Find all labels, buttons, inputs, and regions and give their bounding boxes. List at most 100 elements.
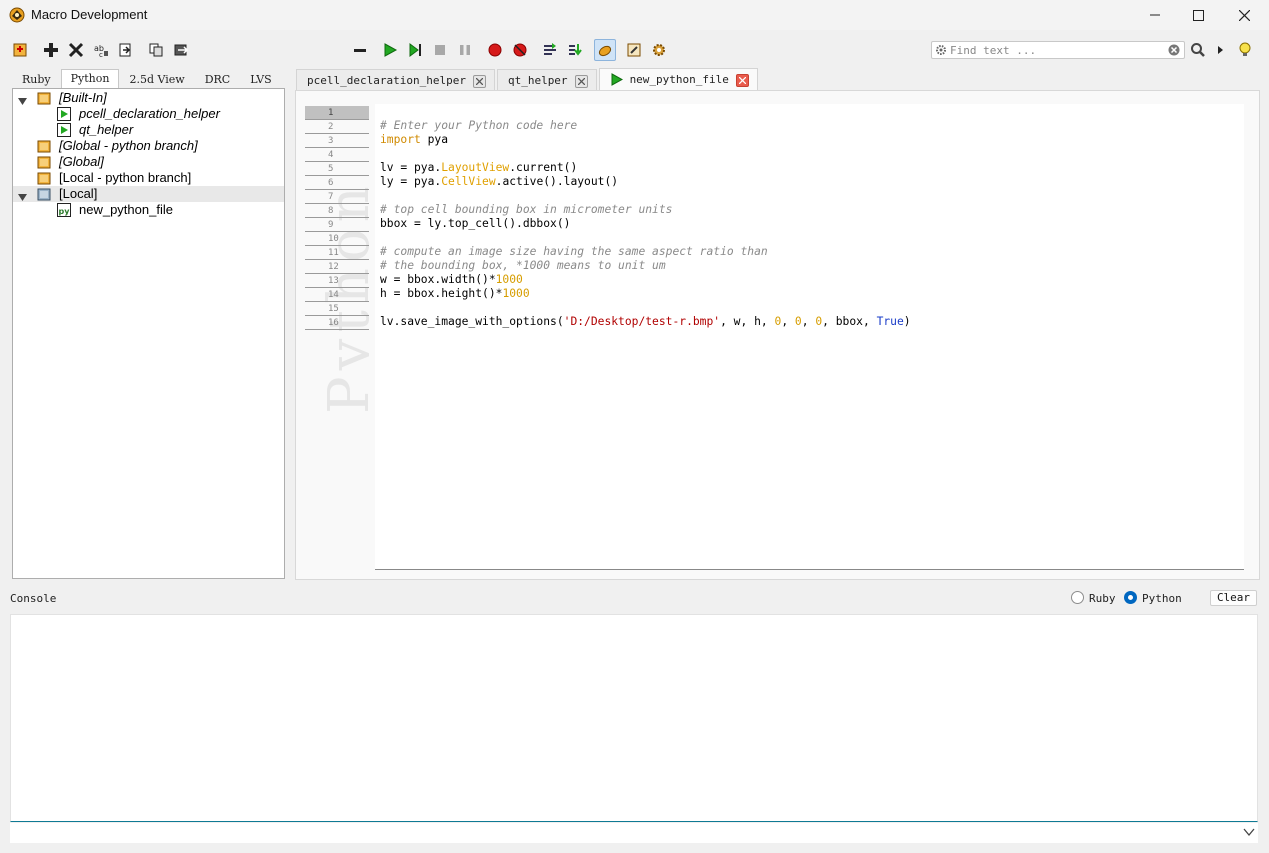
console-label: Console	[10, 592, 57, 605]
python-macro-run-icon	[57, 107, 71, 121]
close-tab-icon[interactable]	[735, 74, 749, 87]
macro-tree[interactable]: [Built-In] pcell_declaration_helper qt_h…	[12, 88, 285, 579]
code-line: ly = pya.CellView.active().layout()	[380, 175, 619, 188]
python-macro-run-icon	[57, 123, 71, 137]
close-tab-icon[interactable]	[472, 75, 486, 88]
code-line: # compute an image size having the same …	[380, 245, 768, 258]
console-input-box[interactable]	[10, 823, 1258, 843]
code-line: lv.save_image_with_options('D:/Desktop/t…	[380, 315, 911, 328]
line-number: 6	[305, 176, 369, 190]
code-line: # Enter your Python code here	[380, 119, 578, 132]
pause-icon[interactable]	[454, 39, 476, 61]
svg-text:c: c	[99, 51, 103, 58]
close-tab-icon[interactable]	[574, 75, 588, 88]
find-text-box[interactable]	[931, 41, 1185, 59]
breakpoint-icon[interactable]	[484, 39, 506, 61]
line-number: 16	[305, 316, 369, 330]
maximize-button[interactable]	[1175, 0, 1221, 30]
tree-item-local-python-branch[interactable]: [Local - python branch]	[13, 170, 284, 186]
tab-python[interactable]: Python	[60, 69, 120, 89]
tab-label: new_python_file	[629, 73, 729, 86]
code-line: bbox = ly.top_cell().dbbox()	[380, 217, 571, 230]
tree-item-built-in[interactable]: [Built-In]	[13, 90, 284, 106]
code-line: # the bounding box, *1000 means to unit …	[380, 259, 666, 272]
folder-open-icon	[37, 187, 51, 201]
console-input[interactable]	[14, 825, 1234, 840]
tree-item-qt-helper[interactable]: qt_helper	[13, 122, 284, 138]
minimize-button[interactable]	[1132, 0, 1178, 30]
new-macro-icon[interactable]	[9, 39, 31, 61]
run-icon[interactable]	[379, 39, 401, 61]
line-number: 4	[305, 148, 369, 162]
line-number: 9	[305, 218, 369, 232]
import-icon[interactable]	[114, 39, 136, 61]
tree-item-global[interactable]: [Global]	[13, 154, 284, 170]
code-line: import pya	[380, 133, 449, 146]
line-number: 1	[305, 106, 369, 120]
line-number-gutter: Python 1 2 3 4 5 6 7 8 9 10 11 12 13 14 …	[305, 104, 369, 574]
clear-search-icon[interactable]	[1168, 44, 1180, 59]
folder-icon	[37, 155, 51, 169]
collapse-icon[interactable]	[349, 39, 371, 61]
stop-icon[interactable]	[429, 39, 451, 61]
code-editor[interactable]: # Enter your Python code here import pya…	[375, 104, 1244, 570]
tab-drc[interactable]: DRC	[195, 70, 241, 89]
ruby-radio[interactable]	[1071, 591, 1084, 604]
tree-item-new-python-file[interactable]: py new_python_file	[13, 202, 284, 218]
rename-icon[interactable]: ab c	[90, 39, 112, 61]
close-window-button[interactable]	[1221, 0, 1267, 30]
line-number: 12	[305, 260, 369, 274]
klayout-app-icon	[9, 7, 25, 23]
tab-lvs[interactable]: LVS	[240, 70, 281, 89]
chevron-down-icon[interactable]	[1243, 826, 1255, 841]
tab-qt-helper[interactable]: qt_helper	[496, 69, 597, 91]
python-radio-label[interactable]: Python	[1142, 592, 1182, 605]
export-icon[interactable]	[170, 39, 192, 61]
folder-icon	[37, 171, 51, 185]
add-icon[interactable]	[40, 39, 62, 61]
find-options-gear-icon[interactable]	[935, 44, 947, 59]
clear-breakpoints-icon[interactable]	[509, 39, 531, 61]
code-line: w = bbox.width()*1000	[380, 273, 523, 286]
ruby-radio-label[interactable]: Ruby	[1089, 592, 1116, 605]
tree-item-pcell-declaration-helper[interactable]: pcell_declaration_helper	[13, 106, 284, 122]
line-number: 14	[305, 288, 369, 302]
tree-item-local[interactable]: [Local]	[13, 186, 284, 202]
python-file-icon: py	[57, 203, 71, 217]
tab-pcell-declaration-helper[interactable]: pcell_declaration_helper	[296, 69, 495, 91]
delete-icon[interactable]	[65, 39, 87, 61]
macro-category-tabs: Ruby Python 2.5d View DRC LVS	[12, 69, 282, 89]
copy-icon[interactable]	[145, 39, 167, 61]
debugging-icon[interactable]	[594, 39, 616, 61]
line-number: 11	[305, 246, 369, 260]
python-radio[interactable]	[1124, 591, 1137, 604]
tab-ruby[interactable]: Ruby	[12, 70, 61, 89]
run-from-here-icon[interactable]	[404, 39, 426, 61]
clear-console-button[interactable]: Clear	[1210, 590, 1257, 606]
settings-gear-icon[interactable]	[648, 39, 670, 61]
folder-icon	[37, 139, 51, 153]
line-number: 13	[305, 274, 369, 288]
window-title: Macro Development	[31, 7, 148, 22]
line-number: 3	[305, 134, 369, 148]
code-line: # top cell bounding box in micrometer un…	[380, 203, 673, 216]
lightbulb-icon[interactable]	[1234, 39, 1256, 61]
line-number: 10	[305, 232, 369, 246]
step-into-icon[interactable]	[564, 39, 586, 61]
tree-item-global-python-branch[interactable]: [Global - python branch]	[13, 138, 284, 154]
search-icon[interactable]	[1187, 39, 1209, 61]
line-number: 8	[305, 204, 369, 218]
tab-label: pcell_declaration_helper	[307, 74, 466, 87]
find-input[interactable]	[950, 43, 1162, 57]
code-line: h = bbox.height()*1000	[380, 287, 530, 300]
tab-2-5d-view[interactable]: 2.5d View	[119, 70, 194, 89]
title-bar: Macro Development	[0, 0, 1269, 30]
find-next-icon[interactable]	[1209, 39, 1231, 61]
line-number: 7	[305, 190, 369, 204]
console-output[interactable]	[10, 614, 1258, 822]
tab-new-python-file[interactable]: new_python_file	[598, 68, 758, 91]
line-number: 15	[305, 302, 369, 316]
step-over-icon[interactable]	[539, 39, 561, 61]
code-line: lv = pya.LayoutView.current()	[380, 161, 578, 174]
properties-icon[interactable]	[623, 39, 645, 61]
